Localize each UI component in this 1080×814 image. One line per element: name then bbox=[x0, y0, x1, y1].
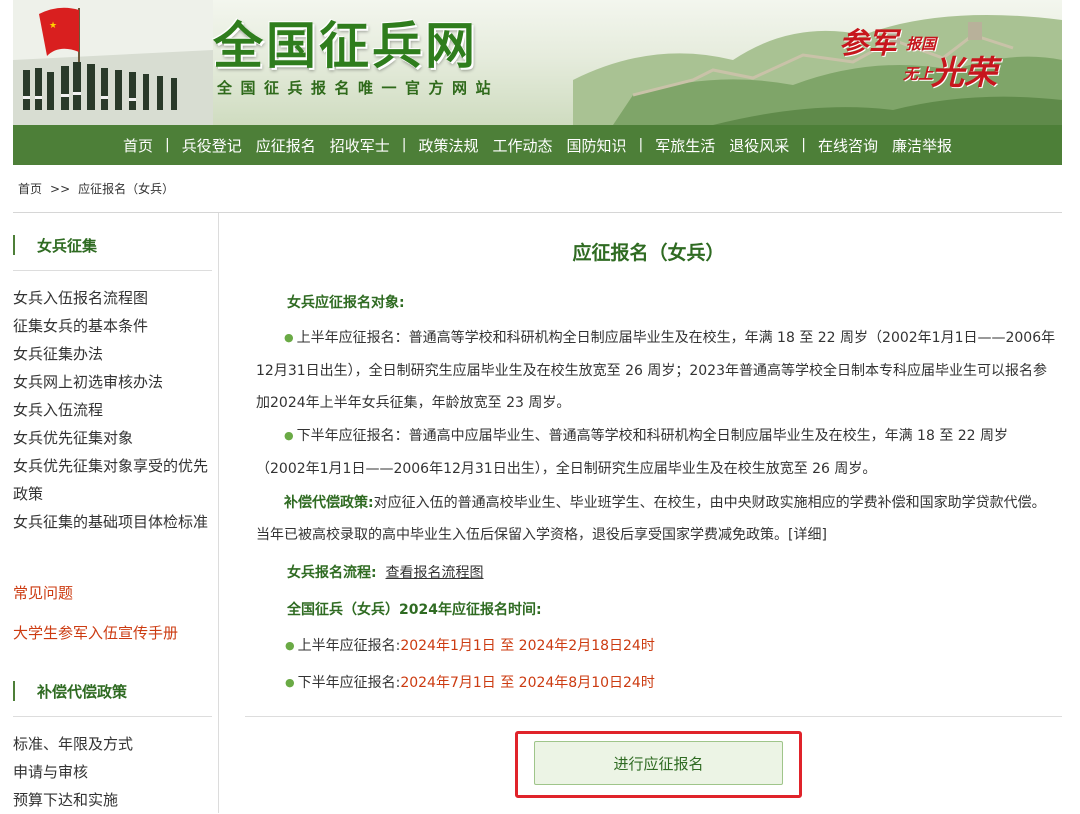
first-half-time-row: ● 上半年应征报名:2024年1月1日 至 2024年2月18日24时 bbox=[285, 635, 655, 655]
nav-separator: | bbox=[401, 137, 407, 153]
bullet-icon: ● bbox=[285, 676, 295, 689]
sidebar-item-faq[interactable]: 常见问题 bbox=[13, 579, 208, 607]
nav-item-home[interactable]: 首页 bbox=[123, 135, 153, 156]
first-half-paragraph: ● 上半年应征报名：普通高等学校和科研机构全日制应届毕业生及在校生，年满 18 至… bbox=[256, 330, 1056, 411]
second-half-paragraph: ● 下半年应征报名：普通高中应届毕业生、普通高等学校和科研机构全日制应届毕业生及在… bbox=[256, 428, 1009, 477]
bullet-icon: ● bbox=[285, 639, 295, 652]
second-half-time-label: 下半年应征报名: bbox=[297, 675, 401, 691]
sidebar-item-priority-targets[interactable]: 女兵优先征集对象 bbox=[13, 424, 208, 452]
bullet-icon: ● bbox=[284, 331, 294, 344]
nav-item-consult[interactable]: 在线咨询 bbox=[818, 135, 878, 156]
second-half-label: 下半年应征报名 bbox=[296, 428, 395, 444]
sidebar-item-handbook[interactable]: 大学生参军入伍宣传手册 bbox=[13, 619, 208, 647]
target-label: 女兵应征报名对象: bbox=[287, 295, 405, 311]
site-subtitle: 全国征兵报名唯一官方网站 bbox=[217, 79, 500, 97]
sidebar: 女兵征集 女兵入伍报名流程图 征集女兵的基本条件 女兵征集办法 女兵网上初选审核… bbox=[13, 213, 213, 813]
nav-item-military-registration[interactable]: 兵役登记 bbox=[182, 135, 242, 156]
breadcrumb-separator: >> bbox=[50, 182, 71, 196]
sidebar-item-priority-policies[interactable]: 女兵优先征集对象享受的优先政策 bbox=[13, 452, 208, 508]
sidebar-section-compensation: 补偿代偿政策 bbox=[13, 680, 127, 702]
divider bbox=[245, 716, 1062, 717]
second-half-time: 2024年7月1日 至 2024年8月10日24时 bbox=[400, 675, 655, 691]
main-nav: 首页 | 兵役登记 应征报名 招收军士 | 政策法规 工作动态 国防知识 | 军… bbox=[13, 125, 1062, 165]
sidebar-item-budget[interactable]: 预算下达和实施 bbox=[13, 786, 208, 814]
first-half-time-label: 上半年应征报名: bbox=[297, 638, 401, 654]
nav-separator: | bbox=[801, 137, 806, 153]
register-button[interactable]: 进行应征报名 bbox=[534, 741, 783, 785]
breadcrumb: 首页 >> 应征报名（女兵） bbox=[18, 180, 174, 197]
nav-item-military-life[interactable]: 军旅生活 bbox=[655, 135, 715, 156]
slogan-text-1: 参军 bbox=[839, 26, 898, 60]
honor-guard-image: ★ bbox=[13, 0, 213, 125]
first-half-label: 上半年应征报名 bbox=[296, 330, 395, 346]
bullet-icon: ● bbox=[284, 429, 294, 442]
nav-item-report[interactable]: 廉洁举报 bbox=[892, 135, 952, 156]
nav-item-enlistment[interactable]: 应征报名 bbox=[256, 135, 316, 156]
sidebar-section-female-recruitment: 女兵征集 bbox=[13, 234, 97, 256]
compensation-text: 对应征入伍的普通高校毕业生、毕业班学生、在校生，由中央财政实施相应的学费补偿和国… bbox=[256, 495, 1046, 543]
slogan-text-3: 无上 bbox=[903, 65, 934, 83]
nav-item-policy[interactable]: 政策法规 bbox=[418, 135, 478, 156]
nav-item-news[interactable]: 工作动态 bbox=[492, 135, 552, 156]
sidebar-item-online-screening[interactable]: 女兵网上初选审核办法 bbox=[13, 368, 208, 396]
first-half-time: 2024年1月1日 至 2024年2月18日24时 bbox=[400, 638, 655, 654]
nav-separator: | bbox=[164, 137, 170, 153]
second-half-time-row: ● 下半年应征报名:2024年7月1日 至 2024年8月10日24时 bbox=[285, 672, 655, 692]
divider bbox=[13, 270, 212, 271]
site-banner: ★ 全国征兵网 全国征兵报名唯一官方网站 参军 报国 无上 光荣 bbox=[13, 0, 1062, 125]
column-divider bbox=[218, 213, 219, 813]
time-title: 全国征兵（女兵）2024年应征报名时间: bbox=[287, 602, 542, 618]
site-title: 全国征兵网 bbox=[213, 16, 478, 75]
sidebar-item-application[interactable]: 申请与审核 bbox=[13, 758, 208, 786]
detail-link[interactable]: [详细] bbox=[788, 527, 827, 543]
breadcrumb-home[interactable]: 首页 bbox=[18, 182, 42, 196]
compensation-label: 补偿代偿政策: bbox=[284, 495, 374, 511]
sidebar-section-title: 补偿代偿政策 bbox=[37, 682, 128, 701]
slogan-text-4: 光荣 bbox=[931, 53, 997, 92]
process-row: 女兵报名流程: 查看报名流程图 bbox=[287, 562, 484, 582]
compensation-paragraph: 补偿代偿政策:对应征入伍的普通高校毕业生、毕业班学生、在校生，由中央财政实施相应… bbox=[256, 487, 1056, 551]
main-content: 应征报名（女兵） 女兵应征报名对象: ● 上半年应征报名：普通高等学校和科研机构全… bbox=[245, 213, 1062, 813]
nav-item-veterans[interactable]: 退役风采 bbox=[729, 135, 789, 156]
sidebar-section-title: 女兵征集 bbox=[37, 236, 98, 255]
page-title: 应征报名（女兵） bbox=[572, 242, 725, 264]
sidebar-item-enlistment-process[interactable]: 女兵入伍流程 bbox=[13, 396, 208, 424]
divider bbox=[13, 716, 212, 717]
sidebar-item-process-chart[interactable]: 女兵入伍报名流程图 bbox=[13, 284, 208, 312]
nav-separator: | bbox=[638, 137, 644, 153]
sidebar-item-standards[interactable]: 标准、年限及方式 bbox=[13, 730, 208, 758]
sidebar-item-recruitment-method[interactable]: 女兵征集办法 bbox=[13, 340, 208, 368]
view-process-chart-link[interactable]: 查看报名流程图 bbox=[386, 565, 484, 581]
nav-item-nco-recruitment[interactable]: 招收军士 bbox=[330, 135, 390, 156]
sidebar-item-physical-standards[interactable]: 女兵征集的基础项目体检标准 bbox=[13, 508, 208, 536]
process-label: 女兵报名流程: bbox=[287, 565, 377, 581]
nav-item-defense-knowledge[interactable]: 国防知识 bbox=[567, 135, 627, 156]
breadcrumb-current[interactable]: 应征报名（女兵） bbox=[78, 182, 174, 196]
sidebar-item-basic-conditions[interactable]: 征集女兵的基本条件 bbox=[13, 312, 208, 340]
star-icon: ★ bbox=[49, 21, 57, 31]
